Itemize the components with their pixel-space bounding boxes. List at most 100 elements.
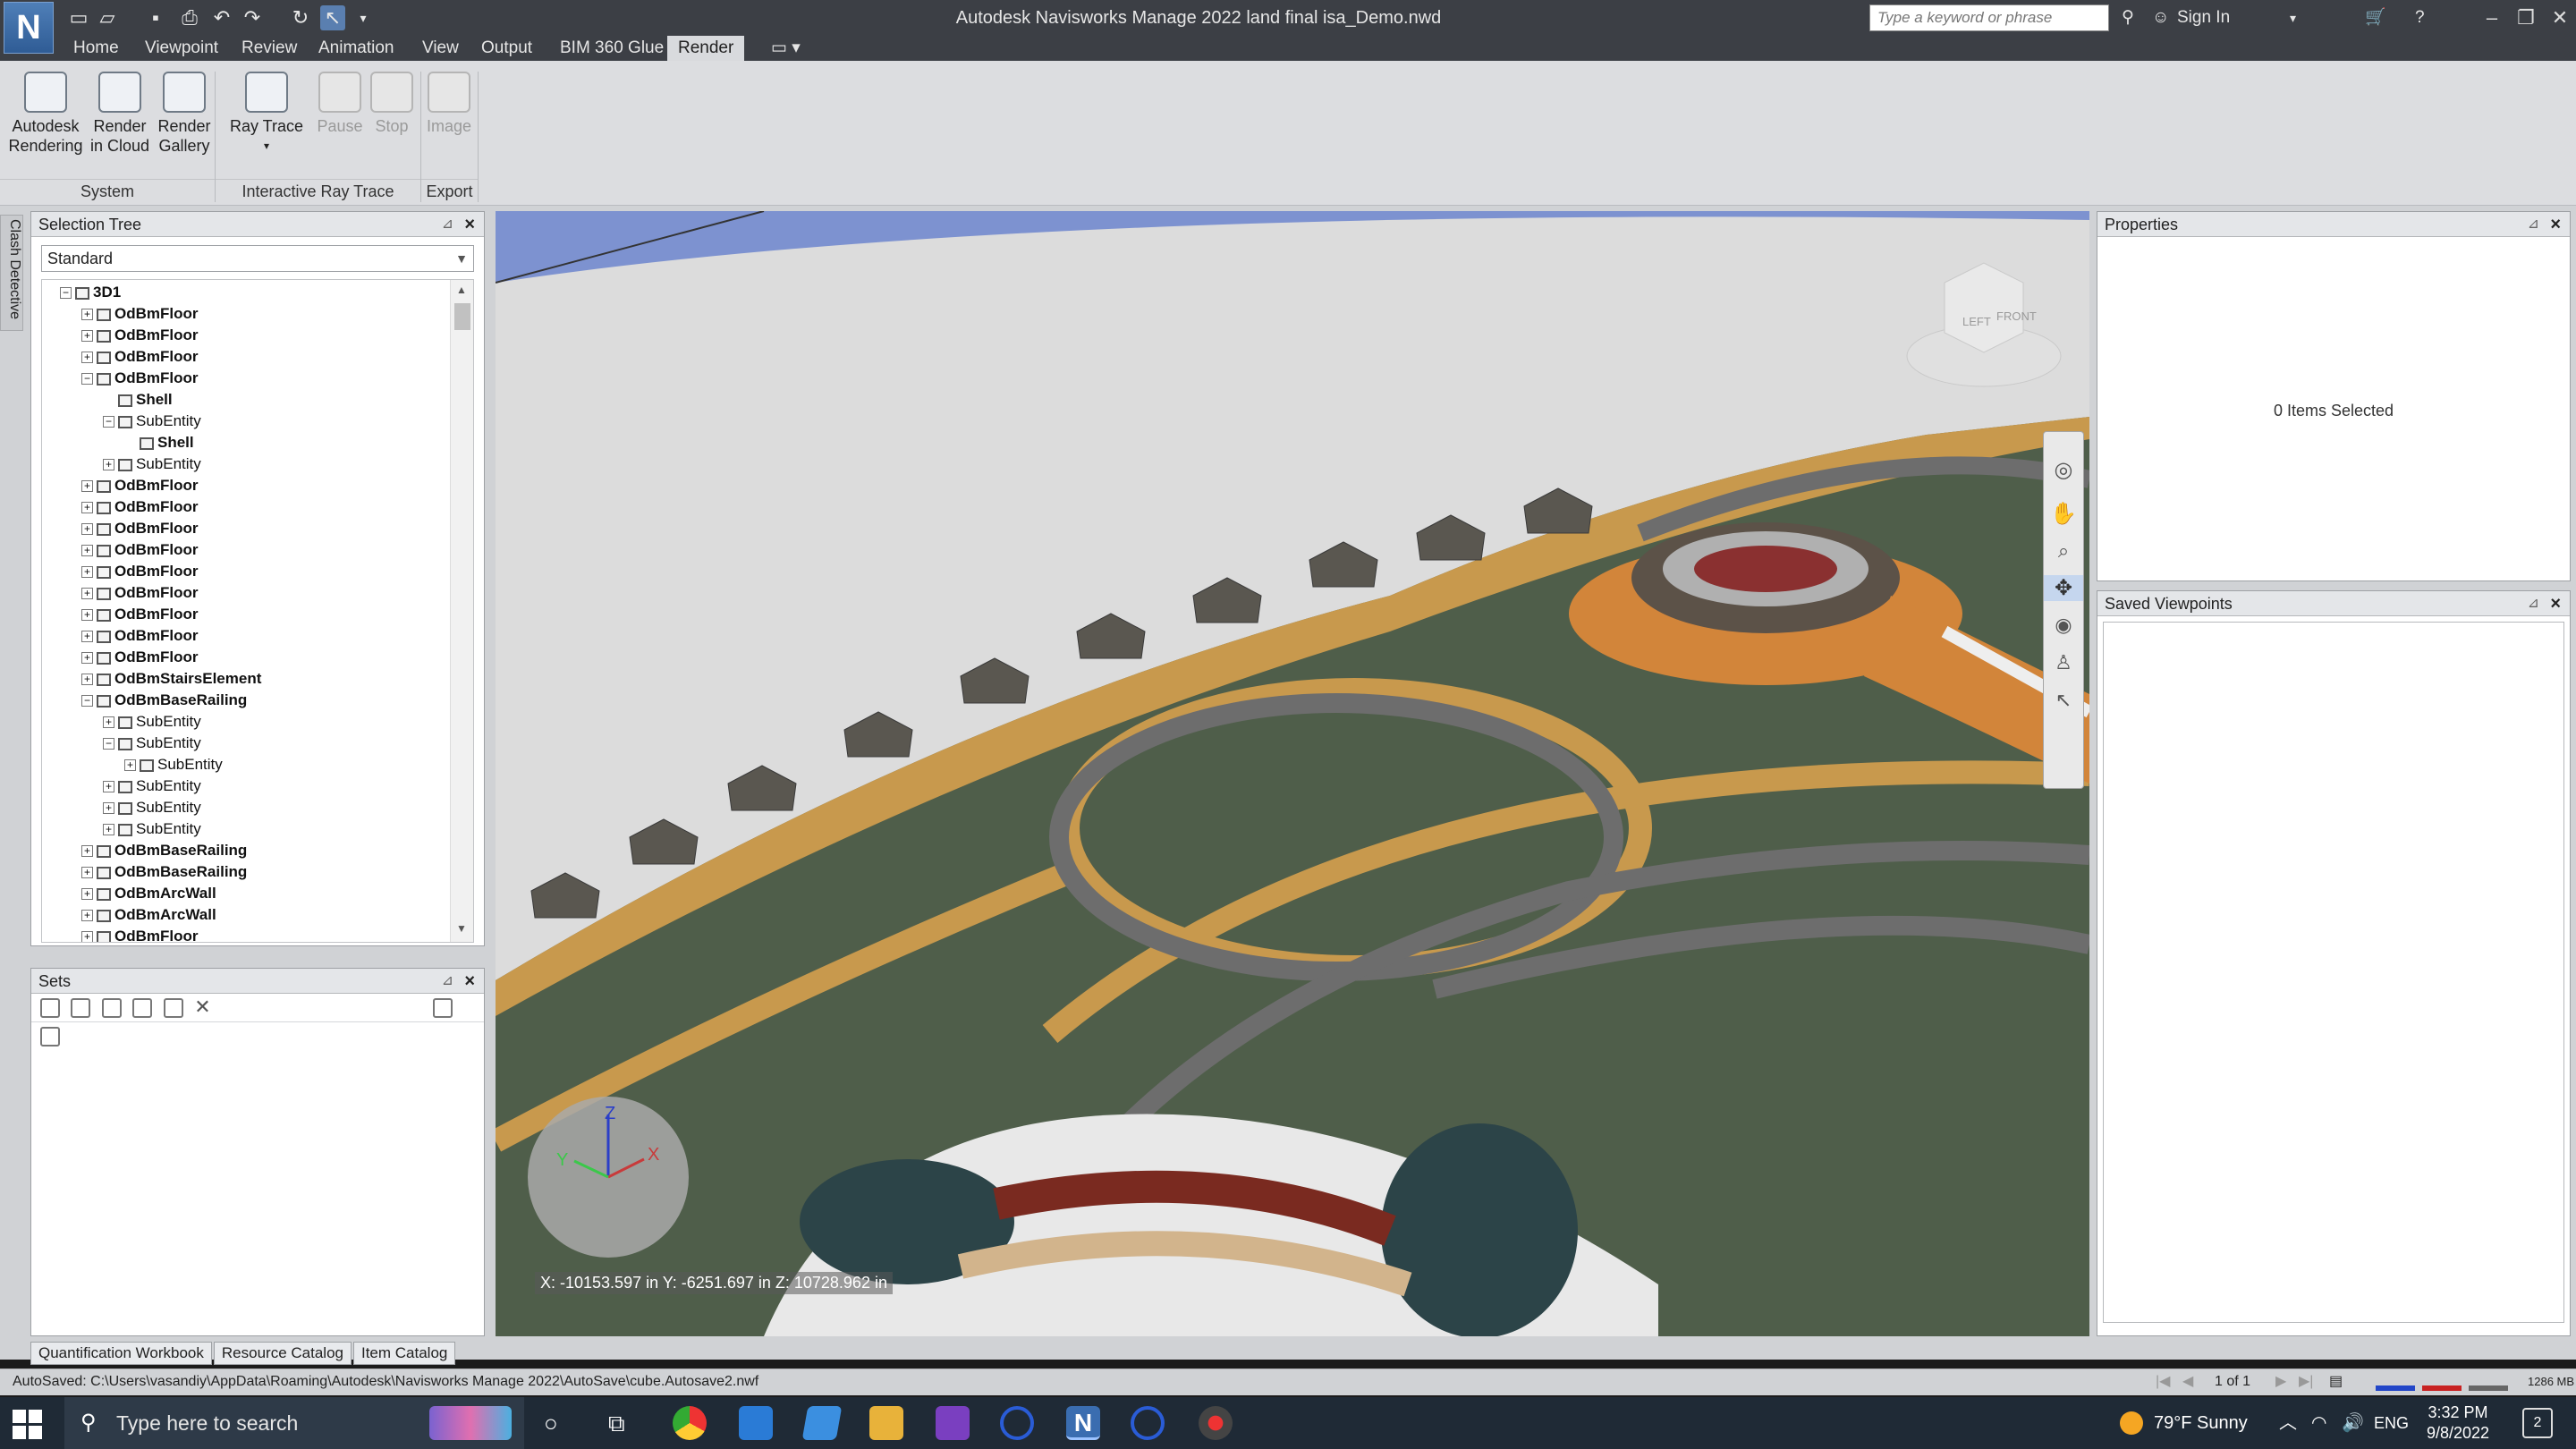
tree-item[interactable]: + SubEntity — [42, 797, 450, 818]
walk-icon[interactable]: ♙ — [2044, 651, 2083, 674]
tree-item[interactable]: + OdBmStairsElement — [42, 668, 450, 690]
restore-icon[interactable]: ❐ — [2508, 0, 2544, 36]
stop-button[interactable]: Stop — [365, 72, 419, 170]
minimize-icon[interactable]: – — [2474, 0, 2510, 36]
new-folder-icon[interactable] — [101, 998, 122, 1018]
tree-item[interactable]: − SubEntity — [42, 411, 450, 432]
tree-item[interactable]: + SubEntity — [42, 818, 450, 840]
tree-item[interactable]: Shell — [42, 389, 450, 411]
save-search-icon[interactable] — [71, 998, 91, 1018]
task-view-icon[interactable]: ⧉ — [608, 1397, 625, 1449]
expand-icon[interactable]: + — [103, 802, 114, 815]
weather-text[interactable]: 79°F Sunny — [2154, 1397, 2248, 1449]
expand-icon[interactable]: + — [81, 609, 93, 622]
notifications-icon[interactable]: 2 — [2522, 1408, 2553, 1438]
system-clock[interactable]: 3:32 PM 9/8/2022 — [2404, 1402, 2512, 1444]
expand-icon[interactable]: + — [103, 459, 114, 471]
look-around-icon[interactable]: ◉ — [2044, 614, 2083, 637]
tree-item[interactable]: + OdBmFloor — [42, 561, 450, 582]
selection-tree-mode-select[interactable]: Standard ▼ — [41, 245, 474, 272]
tree-item[interactable]: + SubEntity — [42, 453, 450, 475]
tree-item[interactable]: − SubEntity — [42, 733, 450, 754]
save-icon[interactable]: ▪ — [143, 5, 168, 30]
saved-viewpoints-list[interactable] — [2103, 622, 2564, 1323]
tree-item[interactable]: + OdBmBaseRailing — [42, 840, 450, 861]
expand-icon[interactable]: + — [81, 674, 93, 686]
collapse-icon[interactable]: − — [81, 695, 93, 708]
scroll-down-icon[interactable]: ▼ — [456, 922, 467, 935]
3d-viewport[interactable]: LEFT FRONT Z X Y X: -10153.597 in Y: -62… — [496, 211, 2089, 1336]
tree-item[interactable]: − OdBmBaseRailing — [42, 690, 450, 711]
tree-item[interactable]: + OdBmArcWall — [42, 904, 450, 926]
expand-icon[interactable]: + — [81, 867, 93, 879]
navisworks-taskbar-icon[interactable]: N — [1066, 1406, 1100, 1440]
autodesk-rendering-button[interactable]: Autodesk Rendering — [5, 72, 86, 170]
ray-trace-dropdown-icon[interactable]: ▾ — [229, 136, 304, 156]
outlook-icon[interactable] — [739, 1406, 773, 1440]
screen-recorder-icon[interactable] — [1199, 1406, 1233, 1440]
chrome-icon[interactable] — [673, 1406, 707, 1440]
expand-icon[interactable]: + — [103, 716, 114, 729]
tree-item[interactable]: + OdBmFloor — [42, 647, 450, 668]
sheet-browser-icon[interactable]: ▤ — [2329, 1369, 2343, 1394]
collapse-icon[interactable]: − — [60, 287, 72, 300]
tab-animation[interactable]: Animation — [308, 36, 405, 61]
tree-item[interactable]: + OdBmArcWall — [42, 883, 450, 904]
tree-item[interactable]: + OdBmFloor — [42, 475, 450, 496]
tab-render[interactable]: Render — [667, 36, 745, 63]
tab-quantification-workbook[interactable]: Quantification Workbook — [30, 1342, 212, 1365]
expand-icon[interactable]: + — [103, 824, 114, 836]
pin-icon[interactable]: ⊿ — [2528, 212, 2539, 237]
expand-icon[interactable]: + — [81, 631, 93, 643]
first-page-icon[interactable]: |◀ — [2156, 1369, 2170, 1394]
add-comment-icon[interactable] — [163, 998, 183, 1018]
tree-item[interactable]: + SubEntity — [42, 775, 450, 797]
expand-icon[interactable]: + — [81, 502, 93, 514]
pin-icon[interactable]: ⊿ — [442, 212, 453, 237]
customize-quick-access-icon[interactable]: ▾ — [351, 5, 376, 30]
tree-item[interactable]: + OdBmFloor — [42, 346, 450, 368]
help-icon[interactable]: ? — [2415, 0, 2425, 36]
expand-icon[interactable]: + — [81, 545, 93, 557]
viewcube-front-face[interactable]: FRONT — [1996, 309, 2037, 323]
render-in-cloud-button[interactable]: Render in Cloud — [84, 72, 156, 170]
collapse-icon[interactable]: − — [103, 416, 114, 428]
tab-output[interactable]: Output — [470, 36, 543, 61]
tree-item[interactable]: + OdBmBaseRailing — [42, 861, 450, 883]
close-icon[interactable]: × — [2550, 212, 2561, 237]
tree-item[interactable]: + OdBmFloor — [42, 303, 450, 325]
zoom-icon[interactable]: ⌕ — [2044, 539, 2083, 563]
export-image-button[interactable]: Image — [420, 72, 478, 170]
sign-in-link[interactable]: Sign In — [2177, 0, 2230, 36]
user-icon[interactable]: ☺ — [2152, 0, 2169, 36]
redo-icon[interactable]: ↷ — [240, 5, 265, 30]
duplicate-icon[interactable] — [132, 998, 153, 1018]
import-export-icon[interactable] — [40, 1027, 60, 1046]
volume-icon[interactable]: 🔊 — [2342, 1397, 2364, 1449]
sign-in-dropdown-icon[interactable]: ▾ — [2290, 0, 2296, 36]
viewcube-left-face[interactable]: LEFT — [1962, 315, 1991, 328]
expand-icon[interactable]: + — [81, 566, 93, 579]
application-menu-button[interactable]: N — [4, 2, 54, 54]
cart-icon[interactable]: 🛒 — [2365, 0, 2386, 36]
expand-icon[interactable]: + — [81, 330, 93, 343]
windows-start-icon[interactable] — [13, 1410, 43, 1440]
expand-icon[interactable]: + — [103, 781, 114, 793]
tree-scrollbar[interactable]: ▲ ▼ — [450, 280, 473, 942]
visual-studio-icon[interactable] — [936, 1406, 970, 1440]
pan-hand-icon[interactable]: ✋ — [2044, 501, 2083, 527]
ribbon-options-icon[interactable]: ▭ ▾ — [760, 36, 811, 61]
expand-icon[interactable]: + — [81, 931, 93, 942]
expand-icon[interactable]: + — [81, 309, 93, 321]
show-hidden-icons-icon[interactable]: ︿ — [2279, 1397, 2297, 1449]
pin-icon[interactable]: ⊿ — [2528, 591, 2539, 616]
sort-icon[interactable] — [432, 998, 453, 1018]
tree-item[interactable]: + OdBmFloor — [42, 518, 450, 539]
expand-icon[interactable]: + — [81, 888, 93, 901]
tab-home[interactable]: Home — [63, 36, 130, 61]
tree-item[interactable]: + OdBmFloor — [42, 926, 450, 942]
help-search-input[interactable]: Type a keyword or phrase — [1869, 4, 2109, 31]
tab-resource-catalog[interactable]: Resource Catalog — [213, 1342, 352, 1365]
app-ring-icon[interactable] — [1000, 1406, 1034, 1440]
pin-icon[interactable]: ⊿ — [442, 969, 453, 994]
